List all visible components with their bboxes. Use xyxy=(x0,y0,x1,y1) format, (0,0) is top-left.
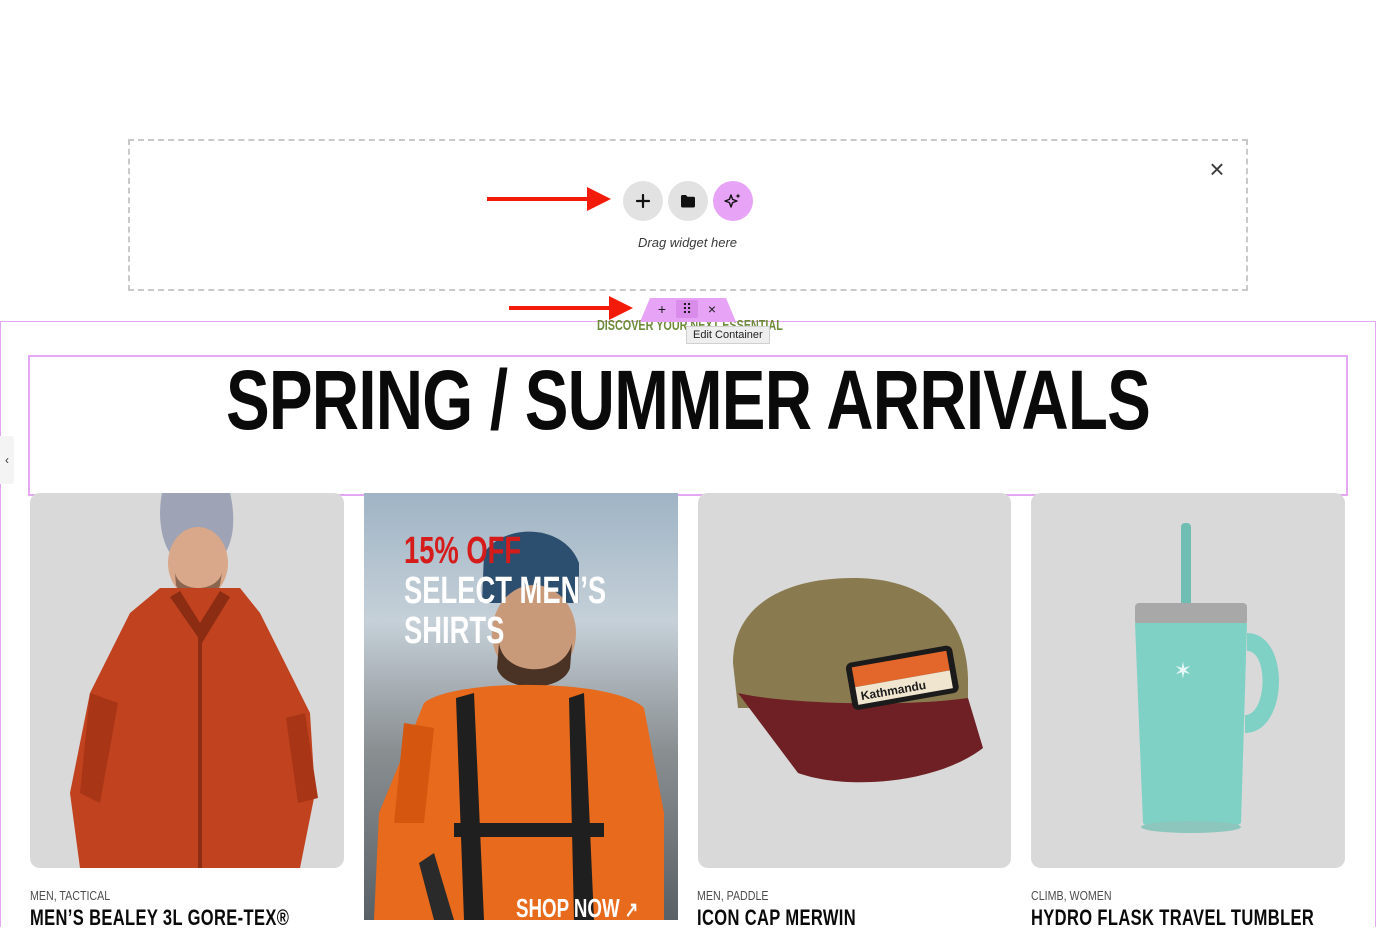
cap-image: Kathmandu xyxy=(733,578,983,783)
shop-now-link[interactable]: SHOP NOW ↗ xyxy=(516,893,638,920)
category-link[interactable]: MEN xyxy=(30,888,54,903)
close-icon[interactable]: × xyxy=(1205,154,1229,184)
product-image-tumbler[interactable]: ✶ xyxy=(1031,493,1345,868)
shop-now-label: SHOP NOW xyxy=(516,893,620,920)
add-widget-button[interactable] xyxy=(623,181,663,221)
product-categories: MEN, PADDLE xyxy=(697,888,769,903)
arrow-up-right-icon: ↗ xyxy=(624,897,639,920)
ai-generate-button[interactable] xyxy=(713,181,753,221)
category-link[interactable]: WOMEN xyxy=(1070,888,1112,903)
plus-icon xyxy=(636,194,650,208)
svg-text:✶: ✶ xyxy=(1174,658,1192,683)
category-link[interactable]: TACTICAL xyxy=(59,888,110,903)
annotation-arrow xyxy=(555,197,591,201)
jacket-image xyxy=(70,493,318,868)
delete-container-button[interactable]: × xyxy=(703,300,721,318)
template-library-button[interactable] xyxy=(668,181,708,221)
tumbler-image: ✶ xyxy=(1135,523,1280,833)
add-container-button[interactable]: + xyxy=(653,300,671,318)
promo-line: SHIRTS xyxy=(404,610,505,652)
section-heading: SPRING / SUMMER ARRIVALS xyxy=(225,353,1151,447)
sparkle-icon xyxy=(724,193,741,208)
category-link[interactable]: CLIMB xyxy=(1031,888,1064,903)
product-categories: MEN, TACTICAL xyxy=(30,888,111,903)
move-container-icon[interactable]: ⠿ xyxy=(676,300,698,318)
collapse-panel-icon[interactable]: ‹ xyxy=(0,436,14,484)
folder-icon xyxy=(681,195,695,208)
promo-banner[interactable]: 15% OFF SELECT MEN’S SHIRTS SHOP NOW ↗ xyxy=(364,493,678,920)
category-link[interactable]: MEN xyxy=(697,888,721,903)
product-image-cap[interactable]: Kathmandu xyxy=(698,493,1011,868)
product-name[interactable]: HYDRO FLASK TRAVEL TUMBLER xyxy=(1031,905,1314,931)
promo-discount: 15% OFF xyxy=(404,530,522,572)
annotation-arrow xyxy=(487,197,557,201)
product-categories: CLIMB, WOMEN xyxy=(1031,888,1112,903)
edit-container-tooltip: Edit Container xyxy=(686,326,770,344)
product-image-jacket[interactable] xyxy=(30,493,344,868)
product-name[interactable]: MEN’S BEALEY 3L GORE-TEX® xyxy=(30,905,289,931)
annotation-arrow xyxy=(509,306,609,310)
product-name[interactable]: ICON CAP MERWIN xyxy=(697,905,856,931)
promo-line: SELECT MEN’S xyxy=(404,570,607,612)
drag-widget-hint: Drag widget here xyxy=(638,235,737,250)
category-link[interactable]: PADDLE xyxy=(727,888,769,903)
